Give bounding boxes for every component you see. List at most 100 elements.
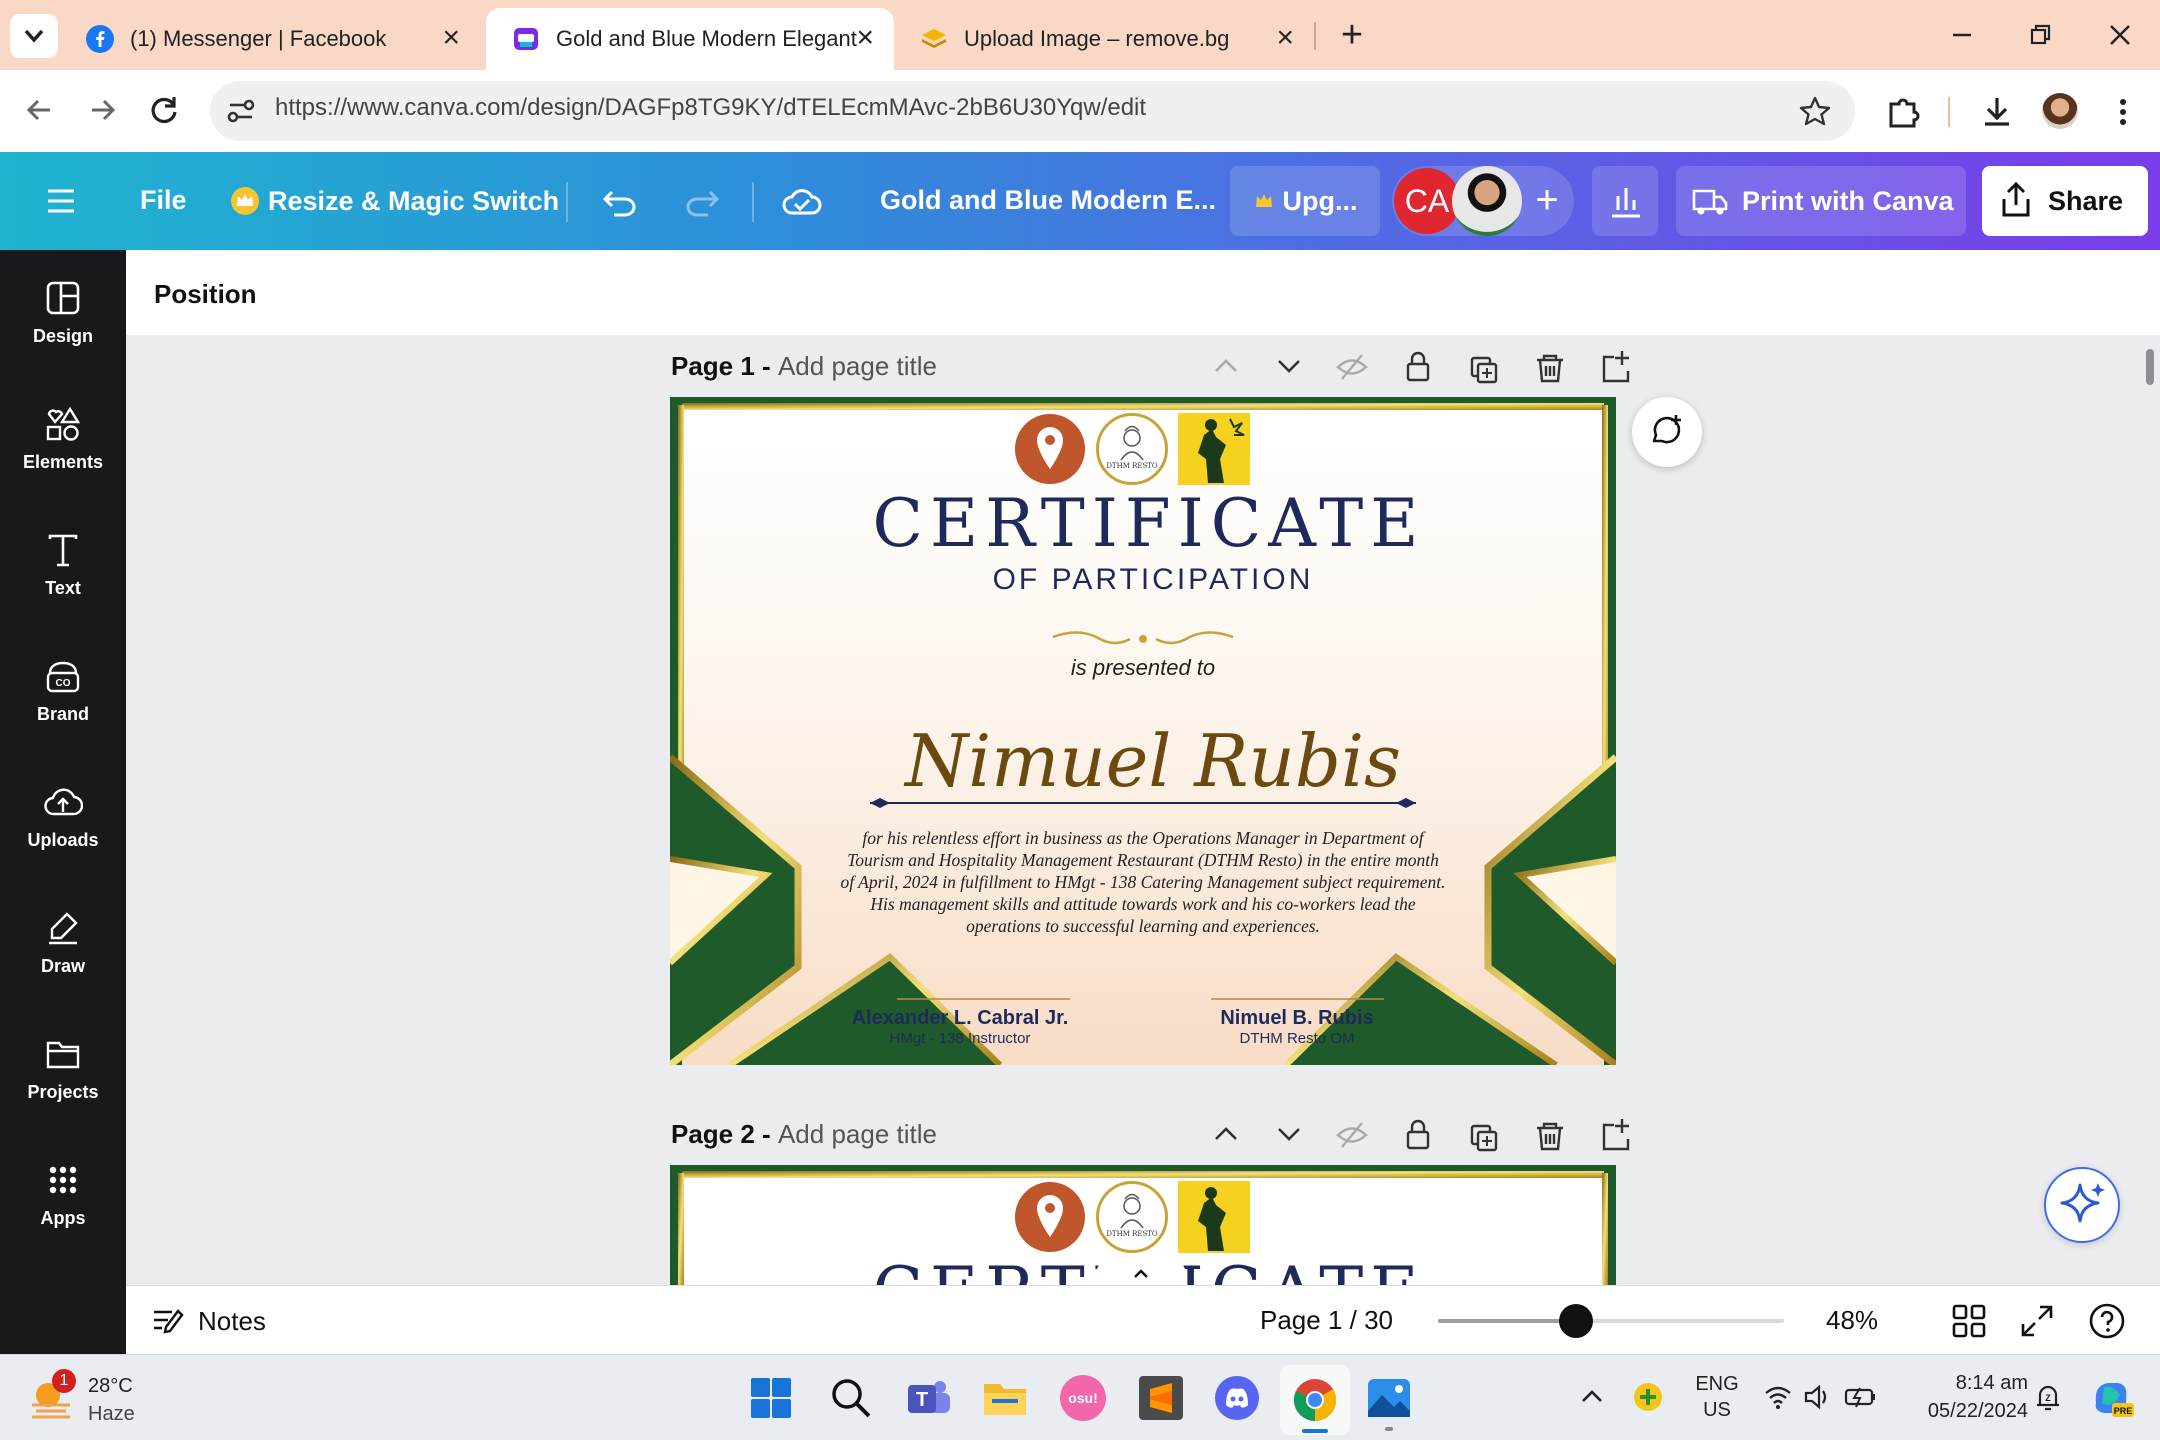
notes-label: Notes [198,1305,266,1336]
network-volume-battery[interactable] [1762,1379,1882,1415]
discord-app[interactable] [1214,1375,1260,1421]
move-page-down-icon[interactable] [1278,360,1300,373]
clock[interactable]: 8:14 am 05/22/2024 [1892,1369,2028,1425]
page-2-title[interactable]: Page 2 - Add page title [671,1119,937,1150]
user-avatar[interactable]: CA [1394,168,1460,234]
profile-avatar[interactable] [2042,93,2078,129]
show-hidden-icons-button[interactable] [1574,1379,1610,1415]
restore-button[interactable] [2018,10,2062,60]
hide-page-icon[interactable] [1336,1122,1368,1148]
zoom-slider-handle[interactable] [1559,1304,1594,1338]
move-page-up-icon[interactable] [1215,1127,1237,1140]
browser-tab-removebg[interactable]: Upload Image – remove.bg × [894,8,1314,70]
chrome-app-active[interactable] [1280,1365,1350,1435]
close-tab-icon[interactable]: × [442,23,460,53]
url-text[interactable]: https://www.canva.com/design/DAGFp8TG9KY… [275,94,1146,122]
lock-page-icon[interactable] [1406,1119,1430,1150]
back-button[interactable] [20,88,60,132]
magic-assistant-button[interactable] [2044,1167,2120,1243]
position-button[interactable]: Position [154,279,257,310]
browser-menu-button[interactable] [2108,90,2138,134]
location-pin-logo [1015,1182,1085,1252]
reload-button[interactable] [144,88,184,132]
extensions-button[interactable] [1882,90,1926,134]
forward-button[interactable] [82,88,122,132]
vertical-scrollbar[interactable] [2146,349,2154,385]
certificate-page-1[interactable]: DTHM RESTO CERTIFICATE OF PARTICIPATION … [670,397,1616,1065]
add-collaborator-button[interactable]: + [1522,174,1572,228]
page-1-title[interactable]: Page 1 - Add page title [671,351,937,382]
close-window-button[interactable] [2098,10,2142,60]
tray-app-icon[interactable] [1630,1379,1666,1415]
main-menu-button[interactable] [44,185,80,217]
zoom-level[interactable]: 48% [1826,1305,1878,1336]
grid-view-button[interactable] [1950,1302,1988,1340]
duplicate-page-icon[interactable] [1470,356,1498,384]
move-page-down-icon[interactable] [1278,1128,1300,1141]
sidebar-item-projects[interactable]: Projects [0,1036,126,1103]
sidebar-item-elements[interactable]: Elements [0,406,126,473]
sidebar-item-apps[interactable]: Apps [0,1162,126,1229]
file-menu[interactable]: File [140,185,187,216]
sidebar-item-brand[interactable]: CO Brand [0,658,126,725]
sidebar-item-uploads[interactable]: Uploads [0,784,126,851]
collaborator-avatar[interactable] [1452,166,1522,236]
new-tab-button[interactable]: + [1330,14,1374,58]
running-app-indicator [1385,1427,1393,1431]
page-indicator[interactable]: Page 1 / 30 [1260,1305,1393,1336]
header-divider [752,182,754,222]
weather-widget[interactable]: 1 28°C Haze [30,1369,150,1429]
sidebar-item-text[interactable]: Text [0,532,126,599]
bookmark-button[interactable] [1795,92,1835,132]
browser-tab-canva[interactable]: Gold and Blue Modern Elegant × [486,8,894,70]
brand-icon: CO [46,661,80,693]
teams-app[interactable]: T [906,1375,952,1421]
copilot-button[interactable]: PRE [2086,1373,2136,1423]
zoom-slider[interactable] [1432,1304,1784,1338]
minimize-button[interactable] [1940,10,1984,60]
sidebar-item-draw[interactable]: Draw [0,910,126,977]
lock-page-icon[interactable] [1406,351,1430,382]
add-comment-button[interactable] [1632,397,1702,467]
folder-icon [984,1384,1026,1415]
print-with-canva-button[interactable]: Print with Canva [1676,166,1966,236]
close-tab-icon[interactable]: × [1276,23,1294,53]
downloads-button[interactable] [1975,90,2019,134]
help-button[interactable] [2088,1302,2126,1340]
fullscreen-button[interactable] [2018,1302,2056,1340]
redo-button[interactable] [680,180,724,224]
delete-page-icon[interactable] [1537,1122,1563,1151]
sublime-text-app[interactable] [1138,1375,1184,1421]
hide-page-icon[interactable] [1336,354,1368,380]
osu-app[interactable]: osu! [1060,1375,1106,1421]
duplicate-page-icon[interactable] [1470,1124,1498,1152]
location-pin-logo [1015,414,1085,484]
back-arrow-icon [26,99,50,121]
clock-time: 8:14 am [1955,1372,2028,1394]
photos-icon [1368,1379,1410,1417]
browser-tab-messenger[interactable]: (1) Messenger | Facebook × [60,8,480,70]
add-page-icon[interactable] [1602,351,1630,383]
close-tab-icon[interactable]: × [856,23,874,53]
upgrade-button[interactable]: Upg... [1230,166,1380,236]
sublime-text-icon [1139,1376,1183,1420]
share-button[interactable]: Share [1982,166,2148,236]
delete-page-icon[interactable] [1537,354,1563,383]
save-status-button[interactable] [780,180,824,224]
photos-app[interactable] [1366,1375,1412,1431]
insights-button[interactable] [1592,166,1658,236]
move-page-up-icon[interactable] [1215,359,1237,372]
site-info-button[interactable] [222,92,260,130]
undo-button[interactable] [598,180,642,224]
notification-center-button[interactable]: Z [2030,1379,2066,1415]
file-explorer-app[interactable] [982,1375,1028,1421]
start-button[interactable] [748,1375,794,1421]
document-title[interactable]: Gold and Blue Modern E... [880,185,1216,216]
notes-button[interactable]: Notes [150,1302,266,1340]
language-indicator[interactable]: ENG US [1692,1371,1742,1423]
search-button[interactable] [828,1375,874,1421]
add-page-icon[interactable] [1602,1119,1630,1151]
tab-search-button[interactable] [10,14,58,58]
resize-magic-switch-button[interactable]: Resize & Magic Switch [230,178,559,224]
sidebar-item-design[interactable]: Design [0,280,126,347]
